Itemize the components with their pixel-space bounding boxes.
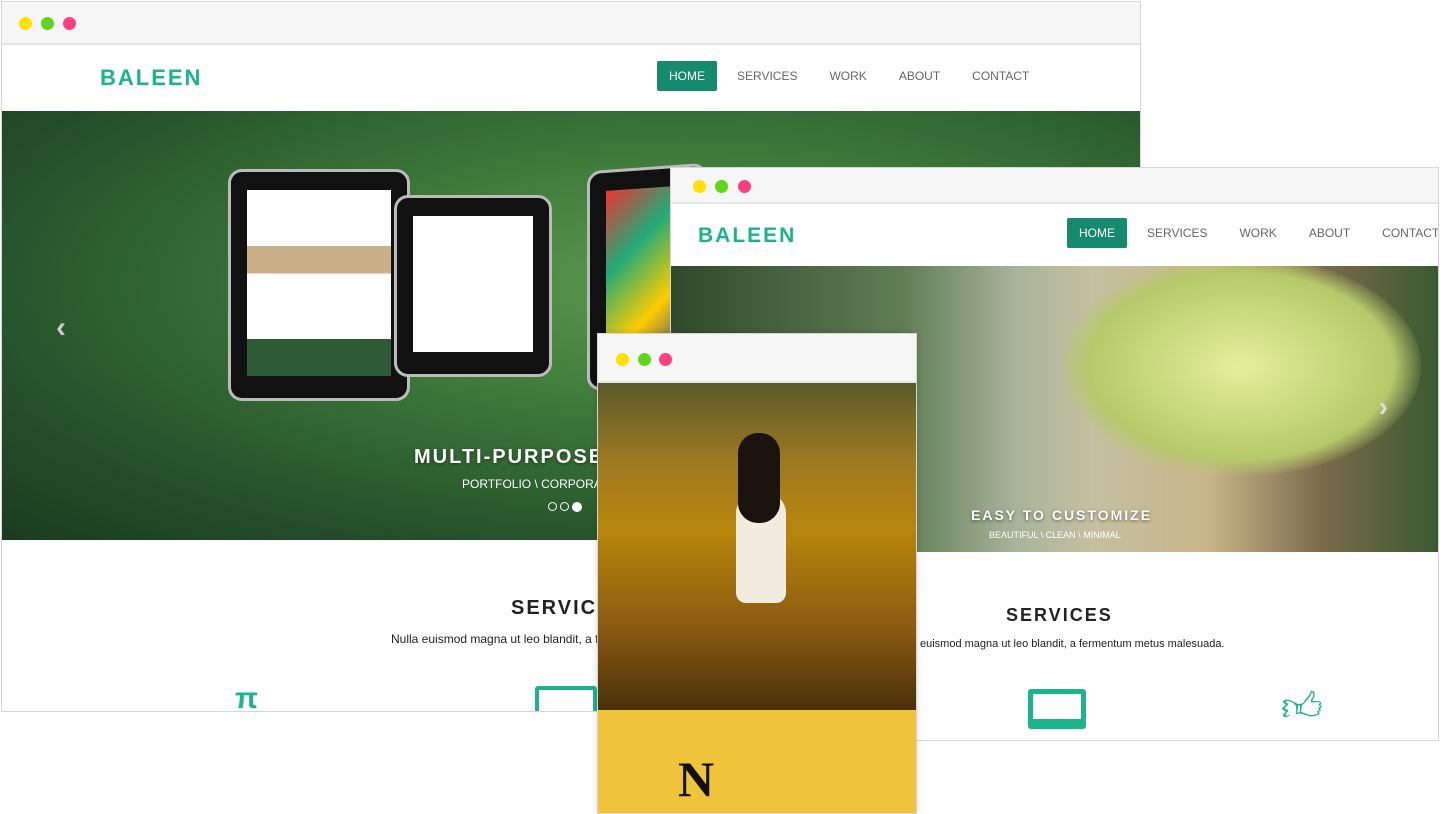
hero-subtitle: PORTFOLIO \ CORPORAT bbox=[462, 477, 609, 491]
thumbs-up-icon: 👍︎ bbox=[1281, 685, 1323, 729]
title-bar bbox=[2, 2, 1140, 45]
hero-photo-hat bbox=[1061, 266, 1421, 476]
brand-logo[interactable]: BALEEN bbox=[698, 224, 796, 248]
nav-services[interactable]: SERVICES bbox=[725, 61, 809, 91]
nav-services[interactable]: SERVICES bbox=[1135, 218, 1219, 248]
close-dot[interactable] bbox=[63, 17, 76, 30]
brand-logo[interactable]: BALEEN bbox=[100, 65, 202, 91]
close-dot[interactable] bbox=[659, 353, 672, 366]
close-dot[interactable] bbox=[738, 180, 751, 193]
prev-arrow-icon[interactable]: ‹ bbox=[56, 311, 66, 345]
monitor-icon bbox=[535, 686, 597, 711]
nav-work[interactable]: WORK bbox=[1227, 218, 1288, 248]
tablet-mockup bbox=[228, 169, 410, 401]
services-text: euismod magna ut leo blandit, a fermentu… bbox=[920, 638, 1225, 650]
hero-title: EASY TO CUSTOMIZE bbox=[971, 507, 1153, 523]
nav-home[interactable]: HOME bbox=[1067, 218, 1127, 248]
slide-indicators bbox=[548, 502, 582, 512]
figure-hair bbox=[738, 433, 780, 523]
navbar: BALEEN HOME SERVICES WORK ABOUT CONTACT bbox=[671, 204, 1438, 266]
nav-home[interactable]: HOME bbox=[657, 61, 717, 91]
next-arrow-icon[interactable]: › bbox=[1379, 391, 1388, 423]
minimize-dot[interactable] bbox=[616, 353, 629, 366]
yellow-section: N bbox=[598, 710, 916, 813]
title-bar bbox=[671, 168, 1438, 204]
monitor-icon bbox=[1028, 689, 1086, 729]
nav-work[interactable]: WORK bbox=[817, 61, 878, 91]
hero-subtitle: BEAUTIFUL \ CLEAN \ MINIMAL bbox=[989, 530, 1121, 540]
nav-menu: HOME SERVICES WORK ABOUT CONTACT bbox=[1059, 218, 1438, 248]
title-bar bbox=[598, 334, 916, 383]
hero-title: MULTI-PURPOSE bbox=[414, 446, 605, 468]
minimize-dot[interactable] bbox=[693, 180, 706, 193]
nav-about[interactable]: ABOUT bbox=[887, 61, 952, 91]
pi-icon: π bbox=[235, 682, 258, 712]
services-text: Nulla euismod magna ut leo blandit, a fe bbox=[391, 632, 606, 646]
minimize-dot[interactable] bbox=[19, 17, 32, 30]
maximize-dot[interactable] bbox=[41, 17, 54, 30]
browser-window-mobile: N bbox=[597, 333, 917, 814]
maximize-dot[interactable] bbox=[715, 180, 728, 193]
slide-dot[interactable] bbox=[548, 502, 557, 511]
nav-about[interactable]: ABOUT bbox=[1297, 218, 1362, 248]
slide-dot[interactable] bbox=[560, 502, 569, 511]
n-logo-graphic: N bbox=[678, 751, 715, 807]
tablet-mockup bbox=[394, 195, 552, 377]
nav-menu: HOME SERVICES WORK ABOUT CONTACT bbox=[649, 61, 1041, 91]
nav-contact[interactable]: CONTACT bbox=[1370, 218, 1438, 248]
nav-contact[interactable]: CONTACT bbox=[960, 61, 1041, 91]
services-title: SERVICES bbox=[1006, 605, 1113, 625]
navbar: BALEEN HOME SERVICES WORK ABOUT CONTACT bbox=[2, 45, 1140, 111]
maximize-dot[interactable] bbox=[638, 353, 651, 366]
hero-photo-field bbox=[598, 383, 916, 710]
slide-dot-active[interactable] bbox=[572, 502, 582, 512]
